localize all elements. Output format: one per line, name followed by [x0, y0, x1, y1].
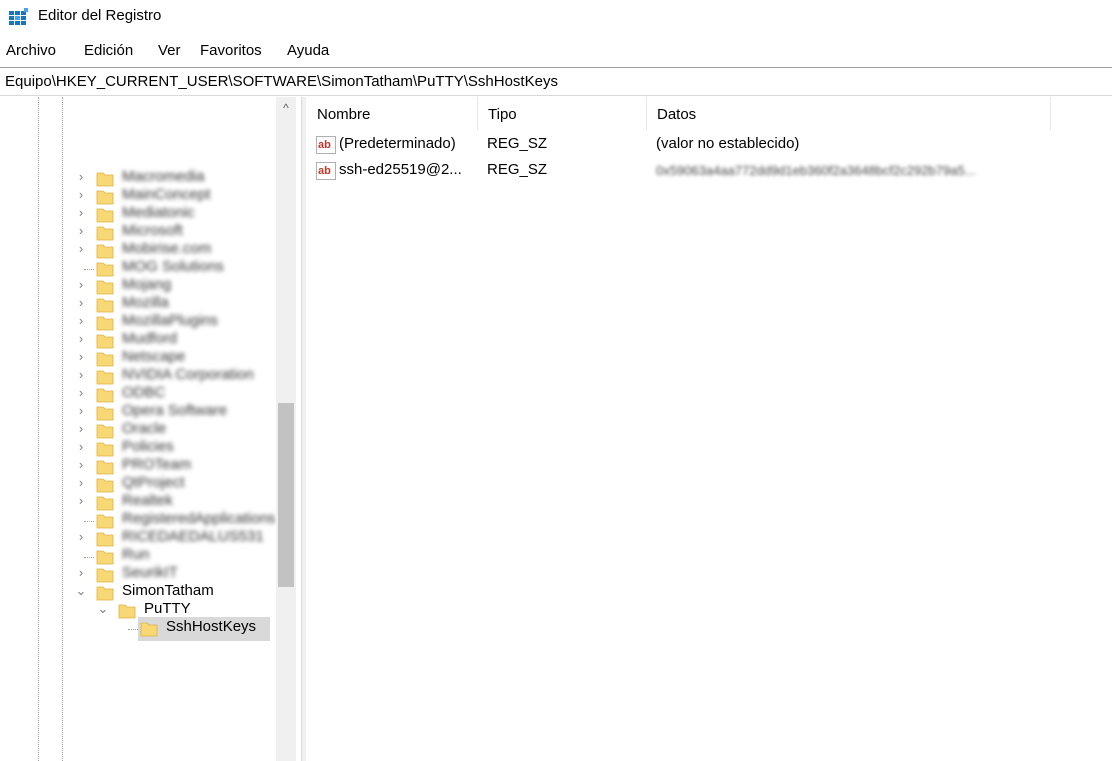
chevron-right-icon[interactable]: ›: [75, 457, 87, 472]
chevron-right-icon[interactable]: ›: [75, 187, 87, 202]
folder-icon: [140, 622, 158, 636]
tree-connector: [128, 628, 138, 630]
column-header-label: Nombre: [317, 106, 371, 123]
menu-favoritos[interactable]: Favoritos: [200, 42, 262, 59]
menu-edicion[interactable]: Edición: [84, 42, 133, 59]
chevron-right-icon[interactable]: ›: [75, 313, 87, 328]
tree-item-label: Mozilla: [122, 293, 169, 311]
tree-item-label: QtProject: [122, 473, 185, 491]
chevron-right-icon[interactable]: ›: [75, 385, 87, 400]
chevron-right-icon[interactable]: ›: [75, 223, 87, 238]
chevron-right-icon[interactable]: ›: [75, 493, 87, 508]
tree-connector: [84, 556, 94, 558]
pane-splitter[interactable]: [301, 97, 306, 761]
address-bar[interactable]: Equipo\HKEY_CURRENT_USER\SOFTWARE\SimonT…: [0, 67, 1112, 96]
chevron-right-icon[interactable]: ›: [75, 349, 87, 364]
chevron-right-icon[interactable]: ›: [75, 277, 87, 292]
tree-item-label: Opera Software: [122, 401, 228, 419]
tree-scrollbar[interactable]: ^: [276, 97, 296, 761]
tree-item-label: SeurikIT: [122, 563, 178, 581]
tree-item-label: NVIDIA Corporation: [122, 365, 254, 383]
tree-item-label: SimonTatham: [122, 581, 214, 599]
chevron-right-icon[interactable]: ›: [75, 241, 87, 256]
tree-item-label: PuTTY: [144, 599, 191, 617]
chevron-right-icon[interactable]: ›: [75, 295, 87, 310]
chevron-right-icon[interactable]: ›: [75, 205, 87, 220]
tree-item-label: Netscape: [122, 347, 186, 365]
value-name: ssh-ed25519@2...: [339, 161, 462, 178]
svg-text:ab: ab: [318, 139, 331, 151]
key-tree[interactable]: › Macromedia › MainConcept › Mediatonic › M…: [0, 97, 298, 761]
window-title: Editor del Registro: [38, 7, 162, 24]
value-data: 0x59063a4aa772dd9d1eb360f2a3648bcf2c292b…: [656, 163, 976, 178]
scroll-thumb[interactable]: [278, 403, 294, 587]
tree-item-label: Mediatonic: [122, 203, 195, 221]
svg-text:ab: ab: [318, 165, 331, 177]
value-type: REG_SZ: [487, 161, 548, 178]
tree-item-label: Macromedia: [122, 167, 205, 185]
tree-item-label: Mobirise.com: [122, 239, 212, 257]
tree-item-label: PROTeam: [122, 455, 192, 473]
tree-item-label: RegisteredApplications: [122, 509, 276, 527]
value-name: (Predeterminado): [339, 135, 456, 152]
tree-item-label: Microsoft: [122, 221, 183, 239]
tree-item-label: Realtek: [122, 491, 173, 509]
tree-item-label: Oracle: [122, 419, 167, 437]
chevron-right-icon[interactable]: ›: [75, 421, 87, 436]
tree-item-label: MozillaPlugins: [122, 311, 218, 329]
chevron-down-icon[interactable]: ⌄: [97, 601, 109, 616]
registry-editor-icon: [9, 8, 28, 25]
chevron-right-icon[interactable]: ›: [75, 529, 87, 544]
chevron-right-icon[interactable]: ›: [75, 403, 87, 418]
chevron-right-icon[interactable]: ›: [75, 169, 87, 184]
column-header-tipo[interactable]: Tipo: [478, 97, 647, 130]
tree-item-label: ODBC: [122, 383, 166, 401]
chevron-right-icon[interactable]: ›: [75, 439, 87, 454]
chevron-right-icon[interactable]: ›: [75, 367, 87, 382]
tree-item-label: Run: [122, 545, 150, 563]
tree-item-label: Policies: [122, 437, 174, 455]
chevron-right-icon[interactable]: ›: [75, 475, 87, 490]
value-row[interactable]: ab ssh-ed25519@2... REG_SZ 0x59063a4aa772dd…: [307, 159, 1114, 184]
reg-string-icon: ab: [316, 136, 336, 154]
menu-ver[interactable]: Ver: [158, 42, 181, 59]
column-header-label: Tipo: [488, 106, 517, 123]
title-bar: Editor del Registro: [0, 0, 1114, 34]
chevron-right-icon[interactable]: ›: [75, 565, 87, 580]
tree-connector: [84, 268, 94, 270]
tree-connector: [84, 520, 94, 522]
tree-item-label: MOG Solutions: [122, 257, 224, 275]
tree-item-label: RICEDAEDALUS531: [122, 527, 264, 545]
value-data: (valor no establecido): [656, 135, 800, 152]
address-path[interactable]: Equipo\HKEY_CURRENT_USER\SOFTWARE\SimonT…: [5, 73, 558, 90]
tree-item-label: MainConcept: [122, 185, 211, 203]
menu-archivo[interactable]: Archivo: [6, 42, 56, 59]
value-type: REG_SZ: [487, 135, 548, 152]
column-header-label: Datos: [657, 106, 697, 123]
reg-string-icon: ab: [316, 162, 336, 180]
menu-ayuda[interactable]: Ayuda: [287, 42, 329, 59]
column-header-datos[interactable]: Datos: [647, 97, 1051, 130]
tree-item-label: Mojang: [122, 275, 172, 293]
values-list[interactable]: Nombre Tipo Datos ab (Predeterminado) REG_…: [307, 97, 1114, 761]
tree-item-label: SshHostKeys: [166, 617, 257, 635]
tree-item-sshhostkeys[interactable]: SshHostKeys: [0, 616, 276, 642]
tree-item-label: Mudford: [122, 329, 178, 347]
value-row[interactable]: ab (Predeterminado) REG_SZ (valor no establ…: [307, 133, 1114, 158]
chevron-down-icon[interactable]: ⌄: [75, 583, 87, 598]
column-header-nombre[interactable]: Nombre: [307, 97, 478, 130]
menu-bar: Archivo Edición Ver Favoritos Ayuda: [0, 38, 1114, 64]
scroll-up-arrow-icon[interactable]: ^: [276, 99, 296, 117]
chevron-right-icon[interactable]: ›: [75, 331, 87, 346]
